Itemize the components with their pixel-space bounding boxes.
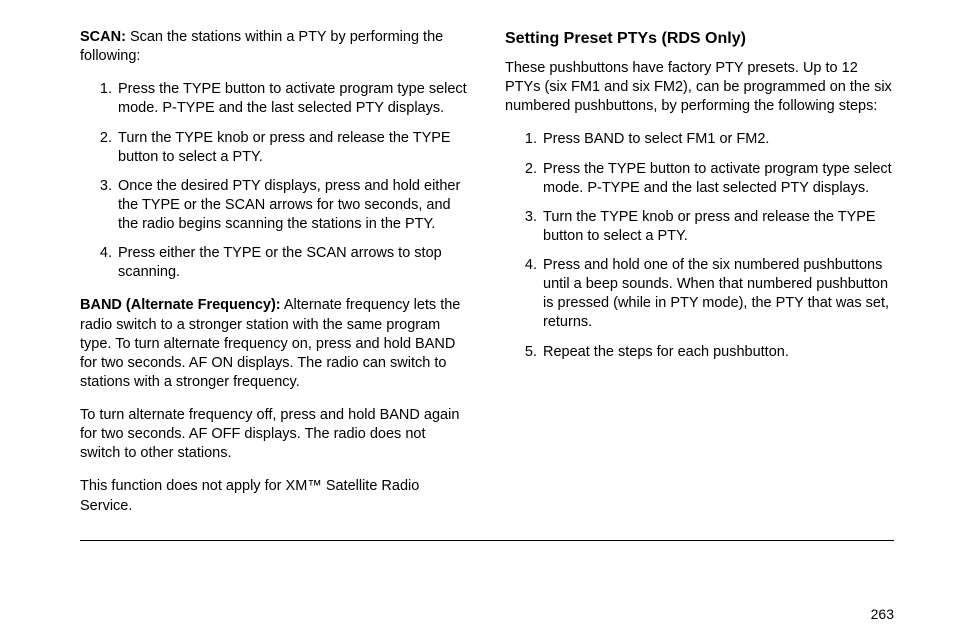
- page-number: 263: [871, 606, 894, 622]
- scan-paragraph: SCAN: Scan the stations within a PTY by …: [80, 28, 469, 66]
- scan-label: SCAN:: [80, 29, 126, 45]
- band-off-paragraph: To turn alternate frequency off, press a…: [80, 406, 469, 463]
- band-paragraph: BAND (Alternate Frequency): Alternate fr…: [80, 296, 469, 392]
- xm-note-paragraph: This function does not apply for XM™ Sat…: [80, 477, 469, 515]
- list-item: Press the TYPE button to activate progra…: [116, 80, 469, 118]
- left-column: SCAN: Scan the stations within a PTY by …: [80, 28, 469, 530]
- scan-intro: Scan the stations within a PTY by perfor…: [80, 29, 443, 64]
- list-item: Repeat the steps for each pushbutton.: [541, 343, 894, 362]
- footer-divider: [80, 540, 894, 541]
- preset-steps-list: Press BAND to select FM1 or FM2. Press t…: [505, 130, 894, 361]
- list-item: Press either the TYPE or the SCAN arrows…: [116, 244, 469, 282]
- list-item: Press BAND to select FM1 or FM2.: [541, 130, 894, 149]
- right-column: Setting Preset PTYs (RDS Only) These pus…: [505, 28, 894, 530]
- section-heading: Setting Preset PTYs (RDS Only): [505, 28, 894, 49]
- list-item: Turn the TYPE knob or press and release …: [541, 208, 894, 246]
- band-label: BAND (Alternate Frequency):: [80, 297, 281, 313]
- list-item: Turn the TYPE knob or press and release …: [116, 129, 469, 167]
- list-item: Press the TYPE button to activate progra…: [541, 160, 894, 198]
- preset-intro: These pushbuttons have factory PTY prese…: [505, 59, 894, 116]
- list-item: Once the desired PTY displays, press and…: [116, 177, 469, 234]
- list-item: Press and hold one of the six numbered p…: [541, 256, 894, 333]
- scan-steps-list: Press the TYPE button to activate progra…: [80, 80, 469, 282]
